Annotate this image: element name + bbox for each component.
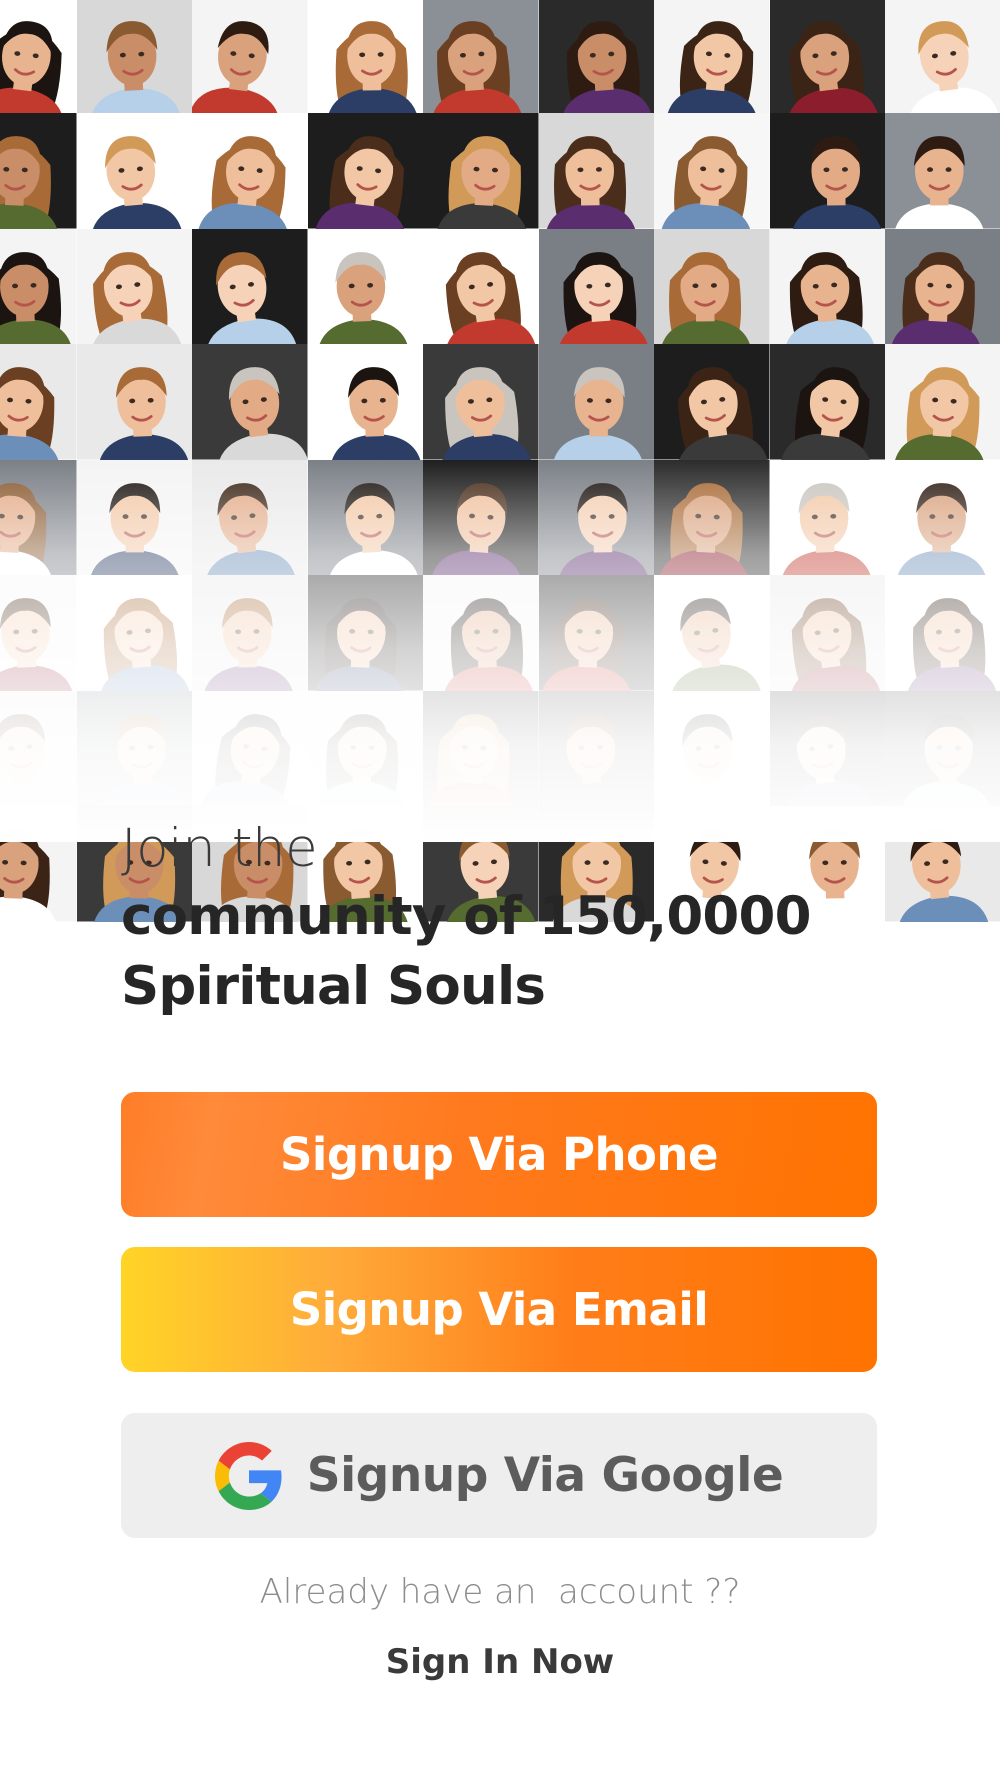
profile-photo: [76, 690, 192, 806]
sign-in-link-row: Sign In Now: [0, 1642, 1000, 1682]
headline: Join the community of 150,0000 Spiritual…: [121, 818, 921, 1022]
profile-photo: [423, 575, 539, 691]
profile-photo: [769, 113, 885, 229]
profile-photo: [192, 0, 308, 113]
headline-souls: Spiritual Souls: [121, 956, 546, 1017]
profile-photo: [0, 459, 77, 575]
profile-photo: [307, 0, 423, 113]
profile-photo: [885, 459, 1000, 575]
profile-photo: [192, 575, 308, 691]
signup-google-label: Signup Via Google: [306, 1448, 784, 1503]
existing-account-prompt: Already have an account ??: [259, 1572, 741, 1612]
profile-photo: [769, 575, 885, 691]
profile-photo: [538, 228, 654, 344]
headline-community: community of 150,0000: [121, 886, 811, 947]
sign-in-link[interactable]: Sign In Now: [386, 1642, 614, 1682]
profile-photo: [769, 0, 885, 113]
profile-photo: [885, 228, 1000, 344]
signup-google-button[interactable]: Signup Via Google: [121, 1413, 877, 1538]
profile-photo: [307, 690, 423, 806]
profile-photo: [307, 344, 423, 460]
profile-photo: [885, 690, 1000, 806]
profile-photo: [307, 113, 423, 229]
signup-screen: Join the community of 150,0000 Spiritual…: [0, 0, 1000, 1778]
profile-photo: [423, 0, 539, 113]
profile-photo: [423, 690, 539, 806]
profile-photo: [538, 575, 654, 691]
profile-photo: [885, 344, 1000, 460]
profile-photo: [654, 0, 770, 113]
profile-photo: [76, 228, 192, 344]
profile-photo: [538, 459, 654, 575]
signup-email-button[interactable]: Signup Via Email: [121, 1247, 877, 1372]
profile-photo: [0, 344, 77, 460]
profile-photo: [654, 690, 770, 806]
profile-photo: [538, 690, 654, 806]
profile-photo: [654, 459, 770, 575]
profile-photo: [654, 344, 770, 460]
profile-photo: [885, 575, 1000, 691]
profile-photo: [769, 344, 885, 460]
profile-photo: [307, 228, 423, 344]
profile-photo: [0, 228, 77, 344]
profile-photo: [423, 459, 539, 575]
profile-photo: [192, 459, 308, 575]
profile-photo: [423, 344, 539, 460]
signup-email-label: Signup Via Email: [289, 1283, 709, 1336]
profile-photo: [0, 113, 77, 229]
profile-photo: [538, 0, 654, 113]
profile-photo: [654, 575, 770, 691]
community-photo-mosaic: [0, 0, 1000, 922]
profile-photo: [0, 806, 77, 922]
profile-photo: [192, 113, 308, 229]
profile-photo: [0, 690, 77, 806]
profile-photo: [654, 228, 770, 344]
profile-photo: [538, 113, 654, 229]
profile-photo: [538, 344, 654, 460]
profile-photo: [769, 228, 885, 344]
profile-photo: [307, 575, 423, 691]
profile-photo: [885, 113, 1000, 229]
profile-photo: [423, 113, 539, 229]
profile-photo: [76, 113, 192, 229]
profile-photo: [192, 344, 308, 460]
profile-photo: [654, 113, 770, 229]
profile-photo: [769, 690, 885, 806]
profile-photo: [769, 459, 885, 575]
google-g-icon: [214, 1441, 282, 1510]
profile-photo: [885, 0, 1000, 113]
profile-photo: [0, 0, 77, 113]
profile-photo: [76, 575, 192, 691]
profile-photo: [192, 690, 308, 806]
profile-photo: [0, 575, 77, 691]
signup-phone-label: Signup Via Phone: [280, 1128, 718, 1181]
profile-photo: [76, 0, 192, 113]
headline-intro: Join the: [121, 818, 318, 879]
profile-photo: [307, 459, 423, 575]
profile-photo: [192, 228, 308, 344]
profile-photo: [76, 344, 192, 460]
signup-phone-button[interactable]: Signup Via Phone: [121, 1092, 877, 1217]
profile-photo: [423, 228, 539, 344]
photo-grid: [0, 0, 1000, 922]
profile-photo: [76, 459, 192, 575]
